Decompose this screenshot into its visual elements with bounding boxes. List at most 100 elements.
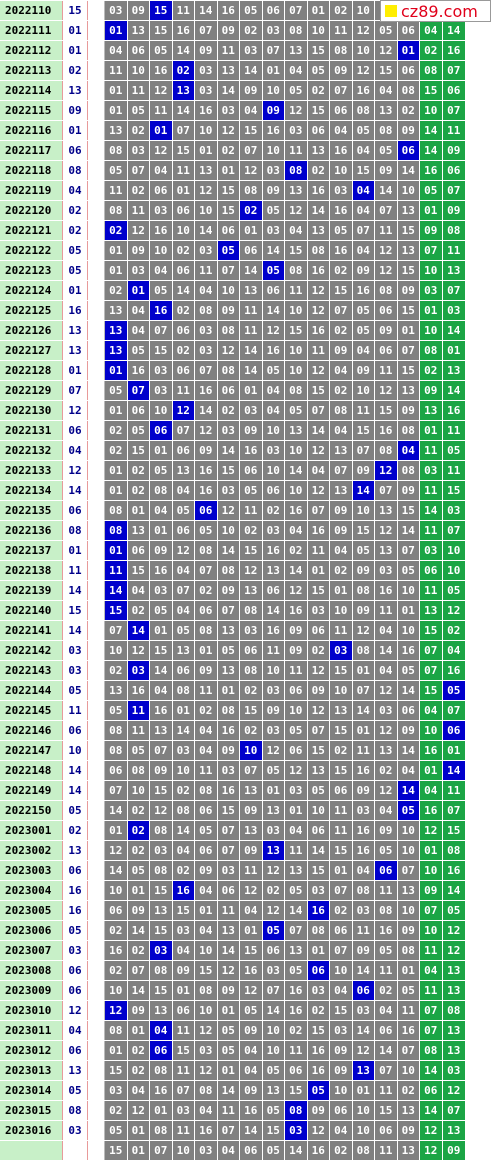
number-cell: 07 [285, 1, 308, 20]
table-row: 2023003 06 14 05 08 02 09 03 11 12 13 15 01 04 06 07 10 1… [0, 861, 491, 881]
number-cell: 05 [352, 301, 375, 320]
number-cell: 14 [375, 1041, 398, 1060]
number-cell: 01 [150, 1101, 173, 1120]
number-cell: 03 [262, 821, 285, 840]
number-cell: 16 [262, 541, 285, 560]
number-cell: 08 [420, 1041, 443, 1060]
spacer-cell [88, 1101, 105, 1120]
number-cell: 16 [150, 301, 173, 320]
trial-number: 06 [63, 141, 88, 160]
number-cell: 01 [217, 681, 240, 700]
number-cell: 16 [330, 241, 353, 260]
number-cell: 12 [375, 41, 398, 60]
number-cell: 16 [420, 161, 443, 180]
number-cell: 13 [442, 261, 465, 280]
number-cell: 09 [307, 681, 330, 700]
number-cell: 09 [352, 461, 375, 480]
number-cell: 02 [127, 841, 150, 860]
trial-number: 14 [63, 761, 88, 780]
number-cell: 01 [127, 501, 150, 520]
number-cell: 02 [375, 981, 398, 1000]
number-cell: 05 [195, 521, 218, 540]
number-cell: 15 [285, 241, 308, 260]
spacer-cell [88, 641, 105, 660]
number-cell: 01 [150, 621, 173, 640]
yellow-square-icon [385, 5, 397, 17]
number-cell: 02 [240, 681, 263, 700]
number-cell: 05 [262, 261, 285, 280]
number-cell: 03 [442, 301, 465, 320]
number-cell: 05 [127, 421, 150, 440]
trial-number: 03 [63, 1121, 88, 1140]
site-logo[interactable]: cz89.com [380, 0, 491, 22]
number-cell: 05 [285, 881, 308, 900]
number-cell: 15 [420, 81, 443, 100]
number-cell: 09 [397, 121, 420, 140]
number-cell: 12 [420, 1121, 443, 1140]
number-cell: 01 [127, 1021, 150, 1040]
number-cell: 15 [240, 941, 263, 960]
number-cell: 10 [285, 441, 308, 460]
number-cell: 01 [420, 301, 443, 320]
number-cell: 08 [150, 1121, 173, 1140]
number-cell: 06 [307, 961, 330, 980]
number-cell: 14 [307, 421, 330, 440]
number-cell: 01 [150, 121, 173, 140]
number-cell: 11 [127, 701, 150, 720]
number-cell: 01 [105, 481, 128, 500]
number-cell: 10 [397, 821, 420, 840]
number-cell: 08 [105, 141, 128, 160]
number-cell: 07 [105, 781, 128, 800]
trial-number: 08 [63, 161, 88, 180]
trial-number: 04 [63, 1021, 88, 1040]
number-cell: 10 [442, 541, 465, 560]
number-cell: 10 [262, 461, 285, 480]
number-cell: 14 [127, 621, 150, 640]
number-cell: 06 [195, 841, 218, 860]
number-cell: 07 [397, 861, 420, 880]
number-cell: 05 [240, 481, 263, 500]
trial-number: 05 [63, 681, 88, 700]
number-cell: 09 [330, 1041, 353, 1060]
spacer-cell [88, 221, 105, 240]
number-cell: 01 [105, 821, 128, 840]
number-cell: 04 [375, 81, 398, 100]
number-cell: 15 [307, 1021, 330, 1040]
number-cell: 09 [150, 761, 173, 780]
number-cell: 14 [442, 21, 465, 40]
number-cell: 16 [307, 901, 330, 920]
number-cell: 06 [442, 161, 465, 180]
number-cell: 10 [285, 701, 308, 720]
number-cell: 16 [127, 361, 150, 380]
number-cell: 06 [375, 1121, 398, 1140]
number-cell: 05 [397, 801, 420, 820]
table-row: 2023001 02 01 02 08 14 05 07 13 03 04 06 11 16 09 10 12 1… [0, 821, 491, 841]
number-cell: 04 [330, 121, 353, 140]
number-cell: 09 [307, 1101, 330, 1120]
number-cell: 12 [375, 461, 398, 480]
number-cell: 03 [285, 781, 308, 800]
number-cell: 08 [285, 261, 308, 280]
number-cell: 03 [330, 641, 353, 660]
number-cell: 15 [105, 601, 128, 620]
number-cell: 11 [330, 621, 353, 640]
number-cell: 06 [150, 1041, 173, 1060]
number-cell: 06 [150, 181, 173, 200]
number-cell: 16 [262, 121, 285, 140]
number-cell: 12 [285, 201, 308, 220]
number-cell: 08 [285, 381, 308, 400]
issue-number: 2022144 [0, 681, 63, 700]
number-cell: 01 [172, 181, 195, 200]
number-cell: 15 [307, 101, 330, 120]
number-cell: 05 [127, 101, 150, 120]
number-cell: 07 [442, 801, 465, 820]
trial-number: 08 [63, 521, 88, 540]
number-cell: 15 [330, 721, 353, 740]
number-cell: 07 [172, 121, 195, 140]
number-cell: 03 [217, 421, 240, 440]
number-cell: 04 [240, 1061, 263, 1080]
number-cell: 10 [217, 281, 240, 300]
number-cell: 10 [262, 421, 285, 440]
number-cell: 03 [217, 861, 240, 880]
number-cell: 02 [330, 561, 353, 580]
